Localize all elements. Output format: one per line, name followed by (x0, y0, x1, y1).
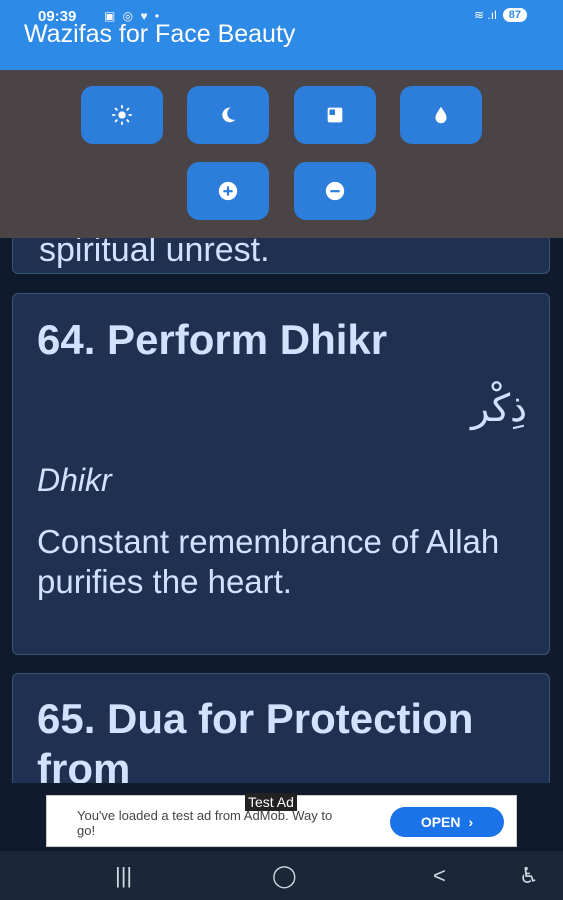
dark-mode-button[interactable] (187, 86, 269, 144)
color-button[interactable] (400, 86, 482, 144)
card-description: Constant remembrance of Allah purifies t… (37, 523, 500, 600)
zoom-out-icon (325, 181, 345, 201)
zoom-in-button[interactable] (187, 162, 269, 220)
system-nav-bar: ||| ◯ < ♿ (0, 851, 563, 900)
ad-text: You've loaded a test ad from AdMob. Way … (77, 808, 333, 838)
ad-open-label: OPEN (420, 814, 461, 830)
card-text: spiritual unrest. (39, 238, 270, 269)
theme-icon (327, 107, 343, 123)
wazifa-list[interactable]: spiritual unrest. 64. Perform Dhikr ذِكْ… (0, 238, 563, 783)
ad-banner[interactable]: You've loaded a test ad from AdMob. Way … (46, 793, 517, 847)
wazifa-card: spiritual unrest. (12, 238, 550, 274)
ad-open-button[interactable]: OPEN › (390, 807, 504, 837)
app-title: Wazifas for Face Beauty (24, 20, 296, 48)
status-right: ≋ .ıl 87 (474, 8, 527, 22)
brightness-button[interactable] (81, 86, 163, 144)
battery-indicator: 87 (502, 8, 527, 22)
theme-button[interactable] (294, 86, 376, 144)
wazifa-card: 65. Dua for Protection from (12, 673, 550, 783)
back-button[interactable]: < (433, 863, 446, 889)
wazifa-card: 64. Perform Dhikr ذِكْر Dhikr Constant r… (12, 293, 550, 655)
signal-icon: ≋ .ıl (474, 8, 497, 22)
display-toolbar (0, 70, 563, 238)
card-heading: 65. Dua for Protection from (37, 695, 474, 783)
arabic-text: ذِكْر (471, 386, 527, 430)
chevron-right-icon: › (468, 814, 474, 830)
color-icon (435, 106, 447, 124)
dark-mode-icon (222, 107, 236, 123)
brightness-icon (111, 104, 133, 126)
card-heading: 64. Perform Dhikr (37, 316, 388, 363)
home-button[interactable]: ◯ (272, 863, 297, 889)
transliteration: Dhikr (37, 462, 112, 498)
test-ad-badge: Test Ad (245, 793, 297, 811)
accessibility-button[interactable]: ♿ (519, 863, 539, 889)
zoom-in-icon (218, 181, 238, 201)
app-bar: 09:39 ▣ ◎ ♥ • ≋ .ıl 87 Wazifas for Face … (0, 0, 563, 70)
zoom-out-button[interactable] (294, 162, 376, 220)
recents-button[interactable]: ||| (115, 863, 132, 889)
